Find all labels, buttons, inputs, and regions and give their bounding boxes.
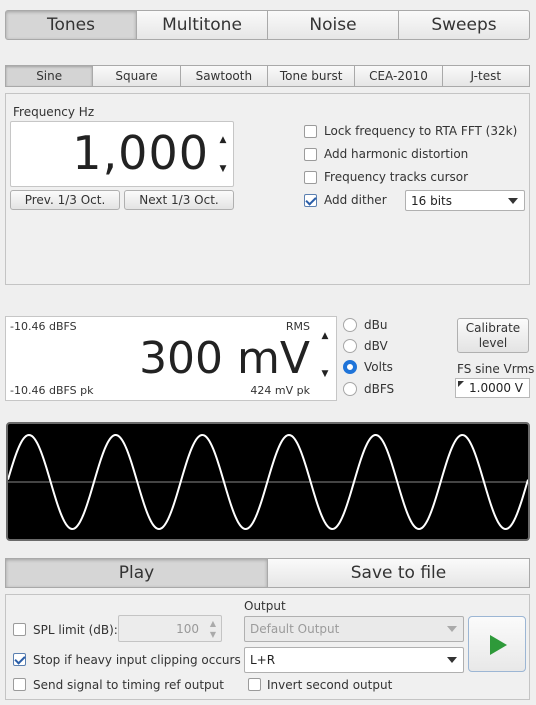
stop-clipping-checkbox[interactable] <box>13 653 26 666</box>
tab-noise[interactable]: Noise <box>267 10 399 40</box>
level-display[interactable]: -10.46 dBFS RMS 300 mV -10.46 dBFS pk 42… <box>5 316 337 401</box>
tab-sweeps[interactable]: Sweeps <box>398 10 530 40</box>
calibrate-level-button[interactable]: Calibrate level <box>457 318 529 353</box>
harmonic-distortion-checkbox[interactable] <box>304 148 317 161</box>
level-dbfs-rms: -10.46 dBFS <box>10 320 77 333</box>
waveform-tab-bar: Sine Square Sawtooth Tone burst CEA-2010… <box>5 65 530 87</box>
fs-sine-label: FS sine Vrms <box>457 362 535 376</box>
tracks-cursor-checkbox[interactable] <box>304 171 317 184</box>
dither-bits-value: 16 bits <box>411 193 452 208</box>
spl-limit-checkbox[interactable] <box>13 623 26 636</box>
unit-label-dbfs: dBFS <box>364 382 395 396</box>
waveform-plot <box>8 433 528 531</box>
spl-limit-label: SPL limit (dB): <box>33 623 118 637</box>
action-tab-bar: Play Save to file <box>5 558 530 588</box>
frequency-label: Frequency Hz <box>13 105 95 119</box>
level-peak-volts: 424 mV pk <box>250 384 310 397</box>
top-tab-bar: Tones Multitone Noise Sweeps <box>5 10 530 40</box>
stop-clipping-label: Stop if heavy input clipping occurs <box>33 653 241 667</box>
tab-save-to-file[interactable]: Save to file <box>267 558 530 588</box>
output-device-value: Default Output <box>250 622 340 636</box>
chevron-down-icon <box>508 197 518 204</box>
spl-limit-value: 100 <box>176 621 199 636</box>
increment-icon[interactable]: ▲ <box>210 619 216 628</box>
unit-radio-dbfs[interactable] <box>343 382 357 396</box>
lock-rta-checkbox[interactable] <box>304 125 317 138</box>
next-third-octave-button[interactable]: Next 1/3 Oct. <box>124 190 234 210</box>
play-icon <box>490 635 507 655</box>
level-dbfs-peak: -10.46 dBFS pk <box>10 384 94 397</box>
corner-marker-icon <box>458 381 464 387</box>
frequency-input[interactable]: 1,000 ▲ ▼ <box>10 121 234 187</box>
harmonic-distortion-label: Add harmonic distortion <box>324 147 469 161</box>
unit-radio-volts[interactable] <box>343 360 357 374</box>
decrement-icon[interactable]: ▼ <box>319 369 331 379</box>
tab-multitone[interactable]: Multitone <box>136 10 268 40</box>
tab-tones[interactable]: Tones <box>5 10 137 40</box>
increment-icon[interactable]: ▲ <box>217 134 229 146</box>
tab-tone-burst[interactable]: Tone burst <box>266 65 356 87</box>
frequency-value: 1,000 <box>72 126 209 180</box>
output-label: Output <box>244 599 286 613</box>
output-channel-select[interactable]: L+R <box>244 647 464 673</box>
decrement-icon[interactable]: ▼ <box>210 630 216 639</box>
timing-ref-label: Send signal to timing ref output <box>33 678 224 692</box>
fs-sine-value: 1.0000 V <box>469 381 524 395</box>
tab-play[interactable]: Play <box>5 558 268 588</box>
lock-rta-label: Lock frequency to RTA FFT (32k) <box>324 124 518 138</box>
tab-square[interactable]: Square <box>92 65 181 87</box>
add-dither-checkbox[interactable] <box>304 194 317 207</box>
tab-sawtooth[interactable]: Sawtooth <box>179 65 268 87</box>
calibrate-label-line2: level <box>478 335 508 350</box>
play-button[interactable] <box>468 616 526 672</box>
invert-second-label: Invert second output <box>267 678 393 692</box>
timing-ref-checkbox[interactable] <box>13 678 26 691</box>
unit-radio-dbv[interactable] <box>343 339 357 353</box>
output-channel-value: L+R <box>250 653 276 667</box>
decrement-icon[interactable]: ▼ <box>217 163 229 175</box>
level-value: 300 mV <box>139 333 310 384</box>
unit-label-dbv: dBV <box>364 339 388 353</box>
tab-j-test[interactable]: J-test <box>441 65 530 87</box>
invert-second-checkbox[interactable] <box>248 678 261 691</box>
calibrate-label-line1: Calibrate <box>465 320 521 335</box>
tracks-cursor-label: Frequency tracks cursor <box>324 170 469 184</box>
spl-limit-input[interactable]: 100 ▲ ▼ <box>118 615 222 642</box>
unit-radio-dbu[interactable] <box>343 318 357 332</box>
output-device-select[interactable]: Default Output <box>244 616 464 642</box>
level-rms-label: RMS <box>285 320 310 333</box>
chevron-down-icon <box>447 657 457 663</box>
waveform-display <box>6 422 530 541</box>
unit-label-dbu: dBu <box>364 318 388 332</box>
add-dither-label: Add dither <box>324 193 387 207</box>
tab-sine[interactable]: Sine <box>5 65 94 87</box>
fs-sine-input[interactable]: 1.0000 V <box>455 378 530 398</box>
dither-bits-select[interactable]: 16 bits <box>405 190 525 211</box>
increment-icon[interactable]: ▲ <box>319 331 331 341</box>
chevron-down-icon <box>447 626 457 632</box>
unit-label-volts: Volts <box>364 360 393 374</box>
prev-third-octave-button[interactable]: Prev. 1/3 Oct. <box>10 190 120 210</box>
tab-cea-2010[interactable]: CEA-2010 <box>354 65 443 87</box>
